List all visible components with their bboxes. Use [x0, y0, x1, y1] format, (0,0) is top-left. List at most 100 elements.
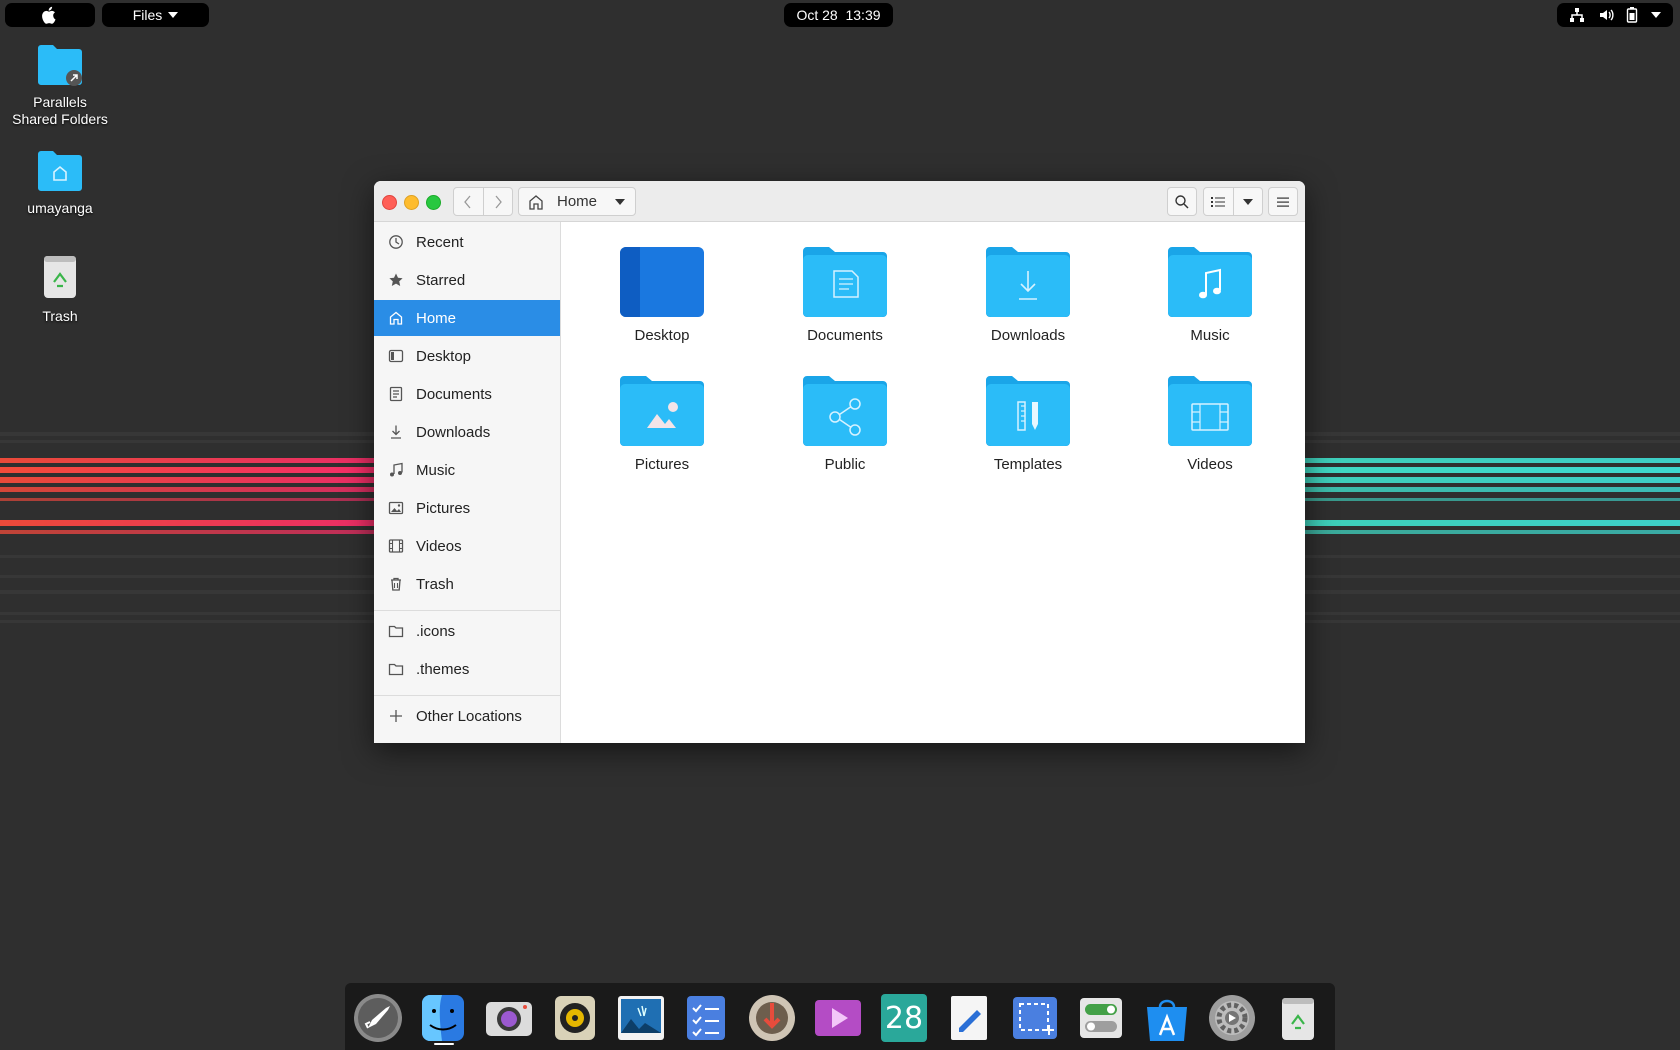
desktop-icon-label: umayanga [27, 200, 93, 216]
dock-app-store[interactable] [1141, 992, 1193, 1044]
shared-folder-icon [38, 45, 82, 86]
camera-icon [486, 1002, 532, 1036]
sidebar-item-label: Other Locations [416, 707, 522, 725]
system-menu-button[interactable] [1557, 3, 1673, 27]
dock-launchpad[interactable] [352, 992, 404, 1044]
maximize-window-button[interactable] [426, 195, 441, 210]
desktop-icon-home[interactable]: umayanga [0, 150, 120, 217]
calendar-day: 28 [884, 1000, 924, 1036]
network-icon [1570, 8, 1585, 22]
sidebar-item-label: Documents [416, 385, 492, 403]
chevron-right-icon [495, 195, 502, 208]
app-menu-button[interactable]: Files [102, 3, 209, 27]
file-item-downloads[interactable]: Downloads [963, 245, 1093, 344]
minimize-window-button[interactable] [404, 195, 419, 210]
documents-folder-icon [803, 247, 887, 317]
folder-icon [388, 625, 404, 638]
home-folder-icon [38, 151, 82, 191]
file-item-pictures[interactable]: Pictures [597, 374, 727, 473]
sidebar-item-label: Pictures [416, 499, 471, 517]
download-icon [391, 425, 401, 439]
desktop-icon-trash[interactable]: Trash [0, 254, 120, 325]
home-icon [529, 194, 543, 210]
list-view-button[interactable] [1204, 188, 1233, 215]
path-bar-home[interactable]: Home [518, 187, 636, 216]
dock-tasks[interactable] [680, 992, 732, 1044]
search-button[interactable] [1167, 187, 1197, 216]
desktop-folder-icon [620, 247, 704, 317]
sidebar-item-trash[interactable]: Trash [374, 566, 560, 602]
text-editor-icon [951, 996, 987, 1040]
dock-text-editor[interactable] [943, 992, 995, 1044]
dock-tweaks[interactable] [1075, 992, 1127, 1044]
file-item-desktop[interactable]: Desktop [597, 245, 727, 344]
sidebar-item-other-locations[interactable]: Other Locations [374, 698, 560, 734]
dock-video-player[interactable] [812, 992, 864, 1044]
file-item-videos[interactable]: Videos [1145, 374, 1275, 473]
desktop-icon-parallels-shared-folders[interactable]: Parallels Shared Folders [0, 44, 120, 128]
sidebar-item-home[interactable]: Home [374, 300, 560, 336]
sidebar-item-downloads[interactable]: Downloads [374, 414, 560, 450]
dock-trash[interactable] [1272, 992, 1324, 1044]
main-menu-button[interactable] [1268, 187, 1298, 216]
document-icon [389, 386, 403, 402]
sidebar-item-label: Trash [416, 575, 454, 593]
apple-menu-button[interactable] [5, 3, 95, 27]
file-item-templates[interactable]: Templates [963, 374, 1093, 473]
file-label: Documents [807, 327, 883, 344]
sidebar-item-desktop[interactable]: Desktop [374, 338, 560, 374]
close-window-button[interactable] [382, 195, 397, 210]
photos-icon [618, 996, 664, 1040]
view-menu-button[interactable] [1232, 188, 1263, 215]
sidebar-item-label: .themes [416, 660, 470, 678]
pictures-folder-icon [620, 376, 704, 446]
tasks-icon [687, 996, 725, 1040]
desktop-icon-label: Trash [42, 308, 78, 324]
file-item-public[interactable]: Public [780, 374, 910, 473]
sidebar-item-pictures[interactable]: Pictures [374, 490, 560, 526]
music-folder-icon [1168, 247, 1252, 317]
forward-button[interactable] [482, 188, 513, 215]
clock-button[interactable]: Oct 28 13:39 [784, 3, 893, 27]
sidebar-item-documents[interactable]: Documents [374, 376, 560, 412]
music-player-icon [555, 996, 595, 1040]
dock-settings[interactable] [1206, 992, 1258, 1044]
calendar-icon: 28 [881, 994, 927, 1042]
dock-screenshot[interactable] [1009, 992, 1061, 1044]
file-label: Videos [1187, 456, 1233, 473]
back-button[interactable] [454, 188, 483, 215]
sidebar-item-themes-folder[interactable]: .themes [374, 651, 560, 687]
file-label: Music [1190, 327, 1230, 344]
file-item-music[interactable]: Music [1145, 245, 1275, 344]
sidebar-item-label: Starred [416, 271, 466, 289]
hamburger-icon [1277, 197, 1289, 207]
installer-icon [749, 995, 795, 1041]
dock-photos[interactable] [615, 992, 667, 1044]
desktop-icon-label: Parallels Shared Folders [12, 94, 108, 127]
clock-icon [389, 235, 403, 249]
dock-installer[interactable] [746, 992, 798, 1044]
sidebar-item-starred[interactable]: Starred [374, 262, 560, 298]
file-manager-window: Home Recent Starred Home Desktop Documen… [374, 181, 1305, 743]
apple-icon [42, 6, 56, 24]
dock-camera[interactable] [483, 992, 535, 1044]
sidebar-item-icons-folder[interactable]: .icons [374, 613, 560, 649]
plus-icon [390, 710, 402, 722]
file-item-documents[interactable]: Documents [780, 245, 910, 344]
sidebar-item-label: Videos [416, 537, 462, 555]
dock-calendar[interactable]: 28 [878, 992, 930, 1044]
star-icon [389, 273, 403, 286]
sidebar-item-videos[interactable]: Videos [374, 528, 560, 564]
image-icon [388, 501, 404, 515]
sidebar-item-label: .icons [416, 622, 456, 640]
sidebar-item-recent[interactable]: Recent [374, 224, 560, 260]
sidebar-item-music[interactable]: Music [374, 452, 560, 488]
chevron-down-icon [615, 198, 625, 205]
dock-finder[interactable] [417, 992, 469, 1044]
sidebar-item-label: Music [416, 461, 456, 479]
sidebar-item-label: Home [416, 309, 457, 327]
sidebar-item-label: Recent [416, 233, 464, 251]
chevron-left-icon [464, 195, 471, 208]
dock-music-player[interactable] [549, 992, 601, 1044]
dock: 28 [345, 983, 1335, 1050]
